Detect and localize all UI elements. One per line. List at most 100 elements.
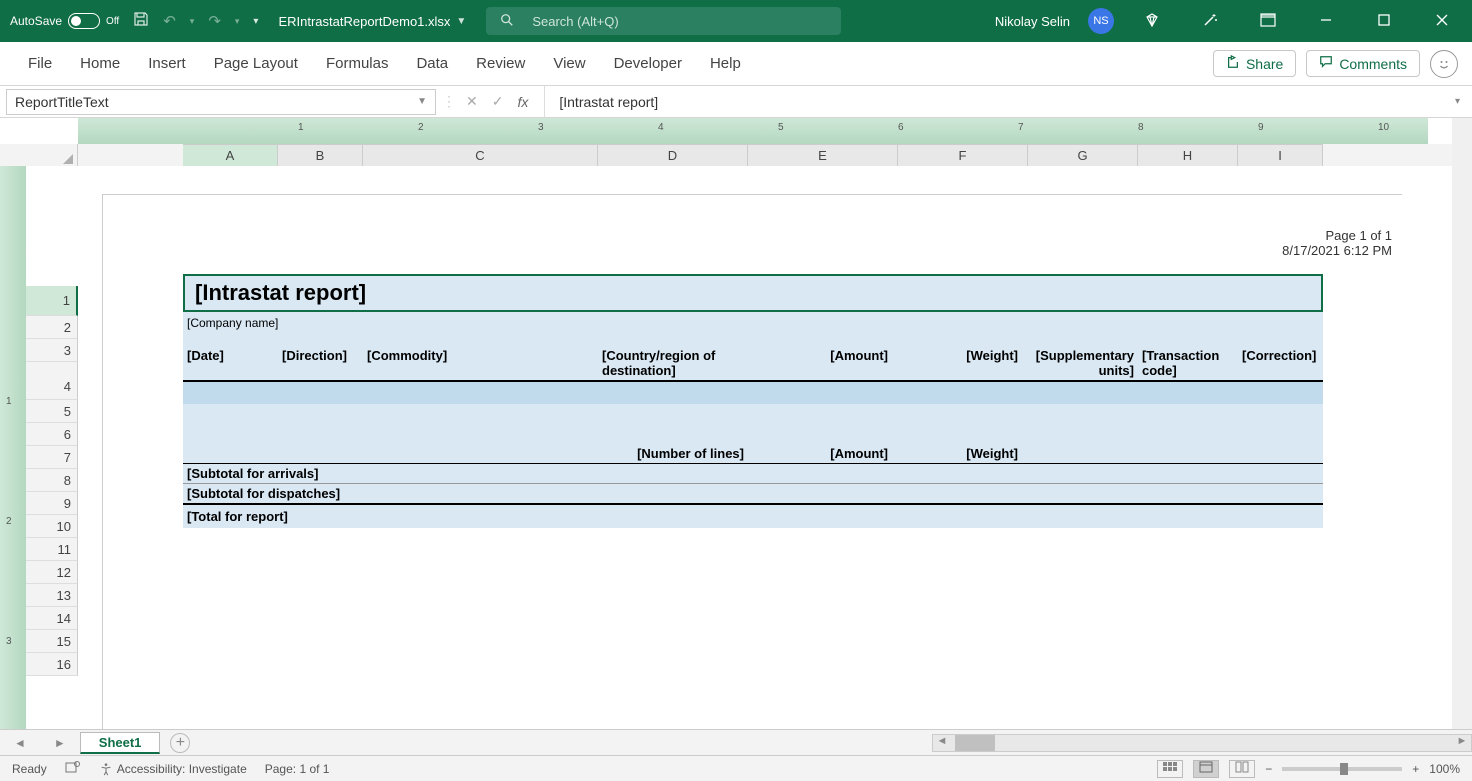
vertical-ruler[interactable]: 1 2 3: [0, 166, 26, 729]
company-name-cell[interactable]: [Company name]: [183, 312, 1323, 332]
col-header-f[interactable]: F: [898, 144, 1028, 166]
subhdr-weight[interactable]: [Weight]: [898, 444, 1028, 463]
close-button[interactable]: [1422, 13, 1462, 30]
hdr-direction[interactable]: [Direction]: [278, 346, 363, 380]
qat-customize-icon[interactable]: ▾: [253, 16, 258, 27]
row-header-14[interactable]: 14: [26, 607, 78, 630]
hdr-country[interactable]: [Country/region of destination]: [598, 346, 748, 380]
comments-button[interactable]: Comments: [1306, 50, 1420, 77]
row-header-12[interactable]: 12: [26, 561, 78, 584]
row-header-1[interactable]: 1: [26, 286, 78, 316]
row-header-8[interactable]: 8: [26, 469, 78, 492]
undo-dropdown-icon[interactable]: ▾: [190, 16, 195, 27]
col-header-d[interactable]: D: [598, 144, 748, 166]
zoom-level[interactable]: 100%: [1429, 762, 1460, 776]
horizontal-ruler[interactable]: 1 2 3 4 5 6 7 8 9 10: [78, 118, 1428, 144]
row-header-2[interactable]: 2: [26, 316, 78, 339]
minimize-button[interactable]: [1306, 13, 1346, 30]
accessibility-status[interactable]: Accessibility: Investigate: [99, 762, 247, 776]
zoom-out-button[interactable]: −: [1265, 762, 1272, 776]
ribbon-display-icon[interactable]: [1248, 13, 1288, 30]
formula-input[interactable]: [Intrastat report]: [545, 94, 1443, 110]
total-row[interactable]: [Total for report]: [183, 505, 1323, 528]
diamond-icon[interactable]: [1132, 12, 1172, 31]
cancel-icon[interactable]: ✕: [466, 93, 478, 110]
row-header-11[interactable]: 11: [26, 538, 78, 561]
tab-home[interactable]: Home: [66, 42, 134, 85]
maximize-button[interactable]: [1364, 13, 1404, 30]
hdr-date[interactable]: [Date]: [183, 346, 278, 380]
col-header-a[interactable]: A: [183, 144, 278, 166]
report-title-cell[interactable]: [Intrastat report]: [183, 274, 1323, 312]
save-icon[interactable]: [133, 11, 149, 31]
row-header-16[interactable]: 16: [26, 653, 78, 676]
autosave-toggle[interactable]: AutoSave Off: [10, 13, 119, 29]
table-data-row[interactable]: [183, 382, 1323, 404]
zoom-in-button[interactable]: +: [1412, 762, 1419, 776]
view-normal-button[interactable]: [1157, 760, 1183, 778]
vertical-scrollbar[interactable]: [1452, 166, 1472, 729]
redo-dropdown-icon[interactable]: ▾: [235, 16, 240, 27]
subhdr-lines[interactable]: [Number of lines]: [598, 444, 748, 463]
feedback-icon[interactable]: [1430, 50, 1458, 78]
row-header-3[interactable]: 3: [26, 339, 78, 362]
add-sheet-button[interactable]: +: [170, 733, 190, 753]
tab-view[interactable]: View: [539, 42, 599, 85]
hdr-weight[interactable]: [Weight]: [898, 346, 1028, 380]
subtotal-arrivals[interactable]: [Subtotal for arrivals]: [183, 464, 1323, 484]
filename-dropdown-icon[interactable]: ▼: [456, 16, 466, 27]
view-page-break-button[interactable]: [1229, 760, 1255, 778]
sheet-page[interactable]: Page 1 of 1 8/17/2021 6:12 PM [Intrastat…: [78, 166, 1452, 729]
hdr-commodity[interactable]: [Commodity]: [363, 346, 598, 380]
formula-expand-icon[interactable]: ▾: [1443, 96, 1472, 107]
col-header-e[interactable]: E: [748, 144, 898, 166]
name-box[interactable]: ReportTitleText ▼: [6, 89, 436, 115]
col-header-g[interactable]: G: [1028, 144, 1138, 166]
tab-file[interactable]: File: [14, 42, 66, 85]
subhdr-amount[interactable]: [Amount]: [748, 444, 898, 463]
sheet-tab-active[interactable]: Sheet1: [80, 732, 161, 754]
avatar[interactable]: NS: [1088, 8, 1114, 34]
tab-help[interactable]: Help: [696, 42, 755, 85]
filename-area[interactable]: ERIntrastatReportDemo1.xlsx ▼: [278, 14, 466, 29]
magic-icon[interactable]: [1190, 12, 1230, 31]
scroll-left-icon[interactable]: ◄: [933, 735, 951, 751]
macro-record-icon[interactable]: [65, 760, 81, 777]
search-box[interactable]: Search (Alt+Q): [486, 7, 841, 35]
share-button[interactable]: Share: [1213, 50, 1296, 77]
select-all-button[interactable]: [0, 144, 78, 166]
col-header-b[interactable]: B: [278, 144, 363, 166]
row-header-4[interactable]: 4: [26, 362, 78, 400]
tab-page-layout[interactable]: Page Layout: [200, 42, 312, 85]
row-header-9[interactable]: 9: [26, 492, 78, 515]
hdr-correction[interactable]: [Correction]: [1238, 346, 1323, 380]
tab-review[interactable]: Review: [462, 42, 539, 85]
subtotal-dispatches[interactable]: [Subtotal for dispatches]: [183, 484, 1323, 505]
tab-data[interactable]: Data: [402, 42, 462, 85]
name-box-dropdown-icon[interactable]: ▼: [417, 96, 427, 107]
horizontal-scrollbar[interactable]: ◄ ►: [932, 734, 1472, 752]
sheet-nav-next-icon[interactable]: ►: [40, 736, 80, 750]
enter-icon[interactable]: ✓: [492, 93, 504, 110]
undo-icon[interactable]: ↶: [163, 12, 176, 30]
col-header-c[interactable]: C: [363, 144, 598, 166]
scroll-right-icon[interactable]: ►: [1453, 735, 1471, 751]
redo-icon[interactable]: ↷: [208, 12, 221, 30]
table-blank-rows[interactable]: [183, 404, 1323, 444]
hdr-trans[interactable]: [Transaction code]: [1138, 346, 1238, 380]
hdr-amount[interactable]: [Amount]: [748, 346, 898, 380]
row-header-15[interactable]: 15: [26, 630, 78, 653]
row-header-10[interactable]: 10: [26, 515, 78, 538]
tab-developer[interactable]: Developer: [600, 42, 696, 85]
tab-formulas[interactable]: Formulas: [312, 42, 403, 85]
sheet-nav-prev-icon[interactable]: ◄: [0, 736, 40, 750]
row-header-5[interactable]: 5: [26, 400, 78, 423]
tab-insert[interactable]: Insert: [134, 42, 200, 85]
col-header-i[interactable]: I: [1238, 144, 1323, 166]
view-page-layout-button[interactable]: [1193, 760, 1219, 778]
col-header-h[interactable]: H: [1138, 144, 1238, 166]
username[interactable]: Nikolay Selin: [995, 14, 1070, 29]
zoom-slider[interactable]: [1282, 767, 1402, 771]
hdr-supp[interactable]: [Supplementary units]: [1028, 346, 1138, 380]
toggle-off-icon[interactable]: [68, 13, 100, 29]
